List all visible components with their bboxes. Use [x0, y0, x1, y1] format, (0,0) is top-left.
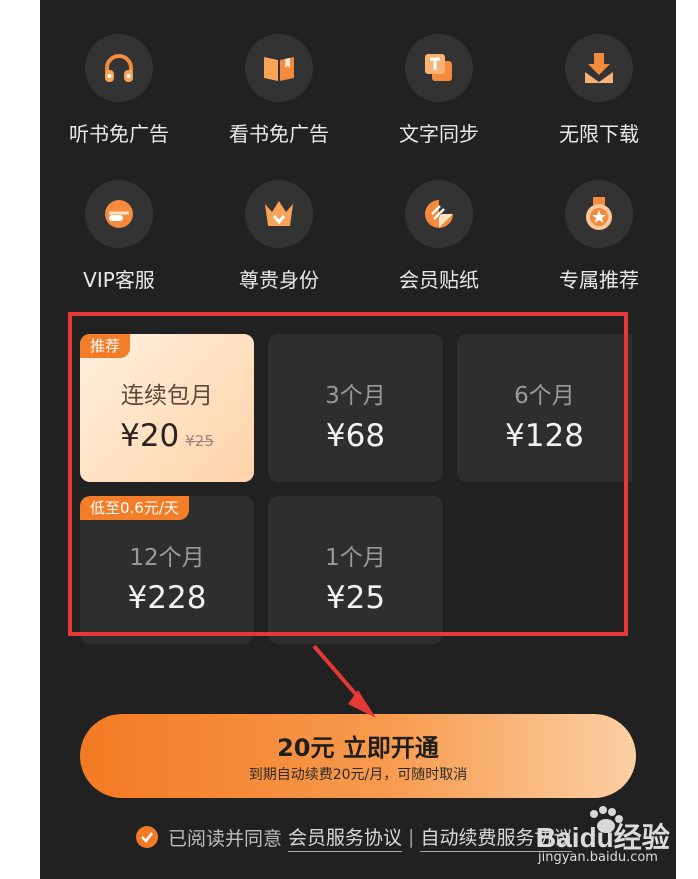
download-icon: [565, 34, 633, 102]
agree-checkbox[interactable]: [136, 826, 158, 848]
benefit-label: 无限下载: [559, 122, 639, 146]
benefit-label: 尊贵身份: [239, 268, 319, 292]
benefit-label: 会员贴纸: [399, 268, 479, 292]
benefit-text-sync[interactable]: 文字同步: [369, 34, 509, 147]
medal-icon: [565, 180, 633, 248]
cta-sub-label: 到期自动续费20元/月，可随时取消: [248, 767, 468, 783]
check-icon: [141, 832, 153, 843]
benefit-label: 文字同步: [399, 122, 479, 146]
crown-icon: [245, 180, 313, 248]
benefit-ad-free-listening[interactable]: 听书免广告: [49, 34, 189, 147]
benefit-label: 专属推荐: [559, 268, 639, 292]
customer-service-icon: [85, 180, 153, 248]
benefit-member-stickers[interactable]: 会员贴纸: [369, 180, 509, 293]
benefit-exclusive-recommend[interactable]: 专属推荐: [529, 180, 669, 293]
benefit-ad-free-reading[interactable]: 看书免广告: [209, 34, 349, 147]
highlight-box: [68, 312, 628, 636]
baidu-watermark: Baidu经验 jingyan.baidu.com: [528, 806, 698, 870]
book-icon: [245, 34, 313, 102]
cta-main-label: 20元 立即开通: [277, 734, 439, 762]
agreement-separator: |: [408, 826, 415, 848]
member-service-agreement-link[interactable]: 会员服务协议: [288, 823, 403, 852]
watermark-url: jingyan.baidu.com: [538, 850, 658, 865]
benefit-label: 听书免广告: [69, 122, 169, 146]
text-sync-icon: [405, 34, 473, 102]
benefit-unlimited-download[interactable]: 无限下载: [529, 34, 669, 147]
benefit-premium-identity[interactable]: 尊贵身份: [209, 180, 349, 293]
benefit-vip-service[interactable]: VIP客服: [49, 180, 189, 293]
benefit-label: VIP客服: [83, 268, 155, 292]
agreement-prefix: 已阅读并同意: [168, 827, 283, 850]
benefit-label: 看书免广告: [229, 122, 329, 146]
agreement-row: 已阅读并同意 会员服务协议 | 自动续费服务协议: [136, 822, 573, 852]
sticker-icon: [405, 180, 473, 248]
headphones-icon: [85, 34, 153, 102]
arrow-annotation: [312, 644, 376, 718]
